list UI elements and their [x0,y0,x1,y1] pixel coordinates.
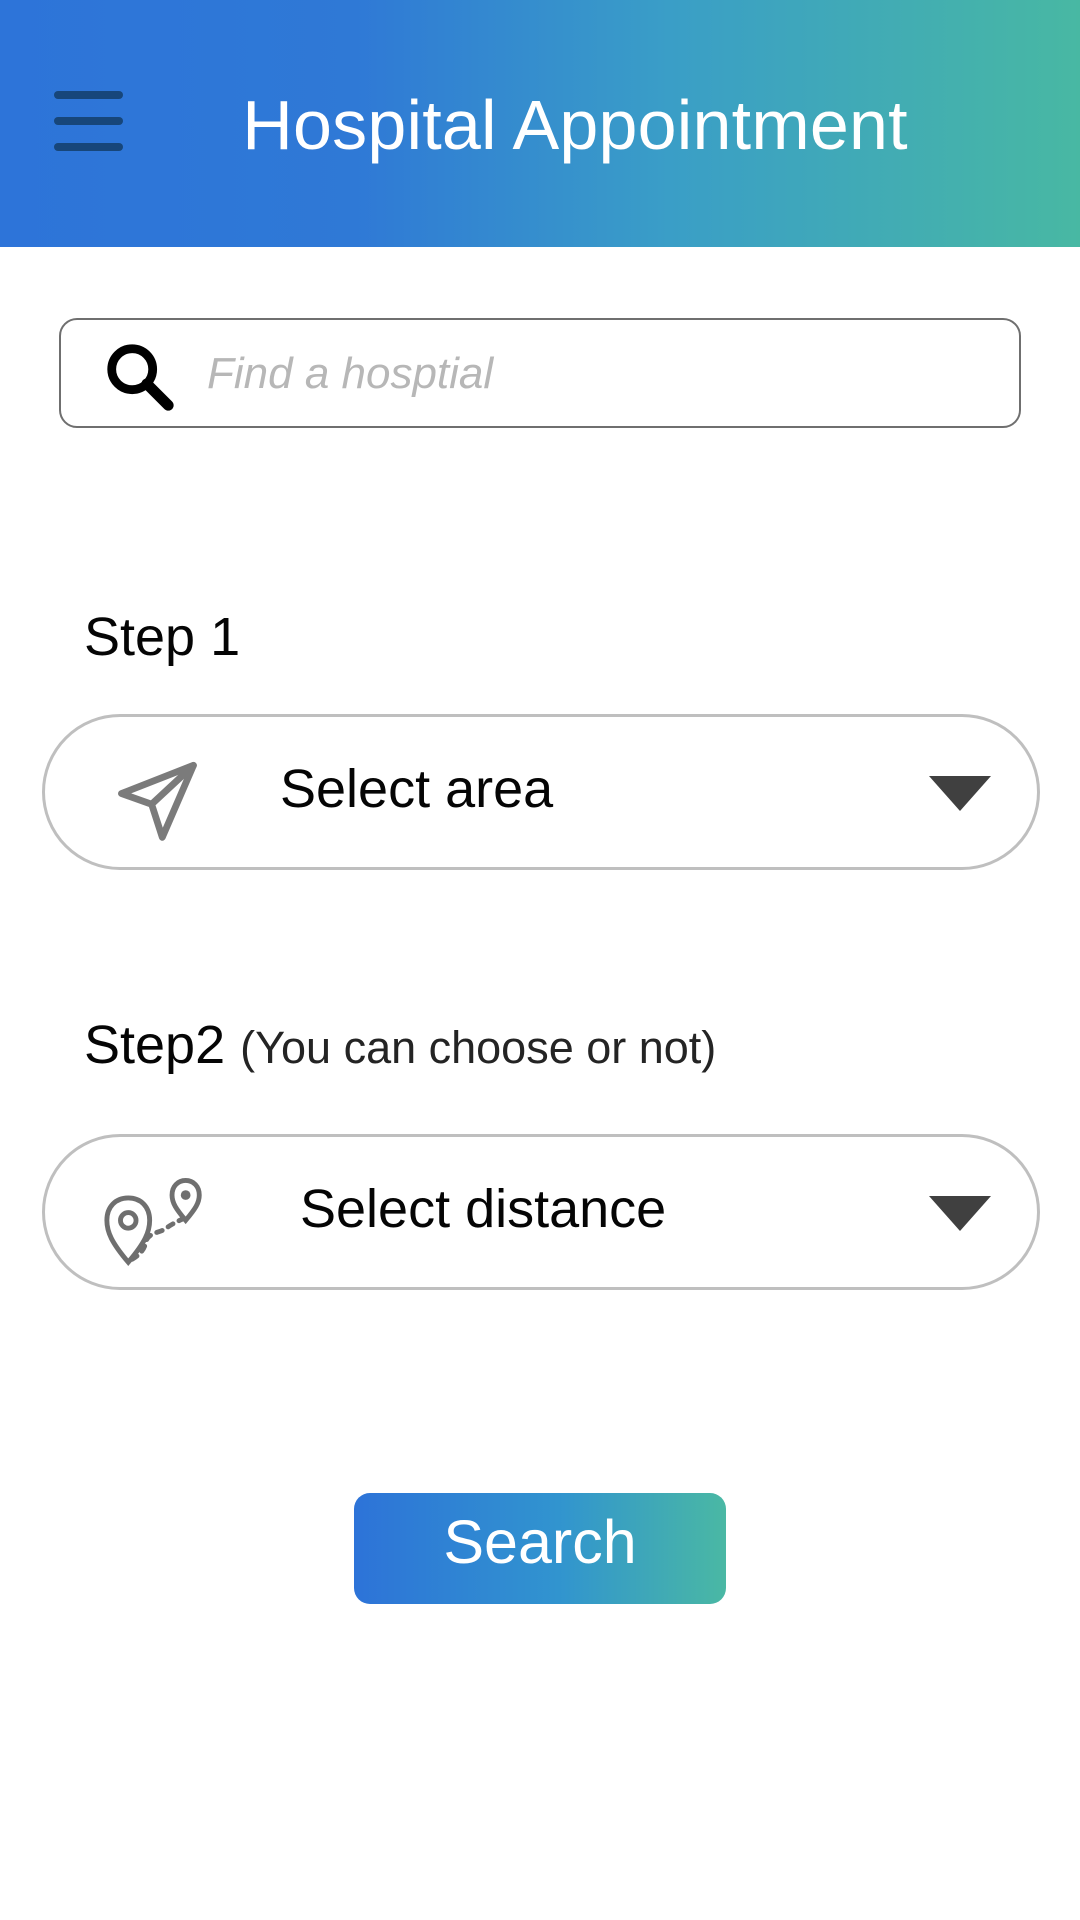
hospital-search-box[interactable] [59,318,1021,428]
distance-select[interactable]: Select distance [42,1134,1040,1290]
step-2-label: Step2 (You can choose or not) [84,1013,716,1080]
chevron-down-icon [929,1196,991,1231]
send-location-icon [118,761,197,841]
app-header: Hospital Appointment [0,0,1080,247]
search-input[interactable] [207,343,977,405]
chevron-down-icon [929,776,991,811]
area-select[interactable]: Select area [42,714,1040,870]
step-2-text: Step2 [84,1015,226,1075]
search-icon [107,344,174,411]
step-2-note: (You can choose or not) [240,1022,717,1073]
step-1-label: Step 1 [84,605,240,669]
search-button[interactable]: Search [354,1493,726,1604]
step-1-text: Step 1 [84,607,241,667]
route-distance-icon [104,1178,202,1266]
hospital-appointment-screen: Hospital Appointment Step 1 Select area … [0,0,1080,1920]
area-select-label: Select area [280,759,554,819]
page-title: Hospital Appointment [242,86,908,164]
distance-select-label: Select distance [300,1179,667,1239]
